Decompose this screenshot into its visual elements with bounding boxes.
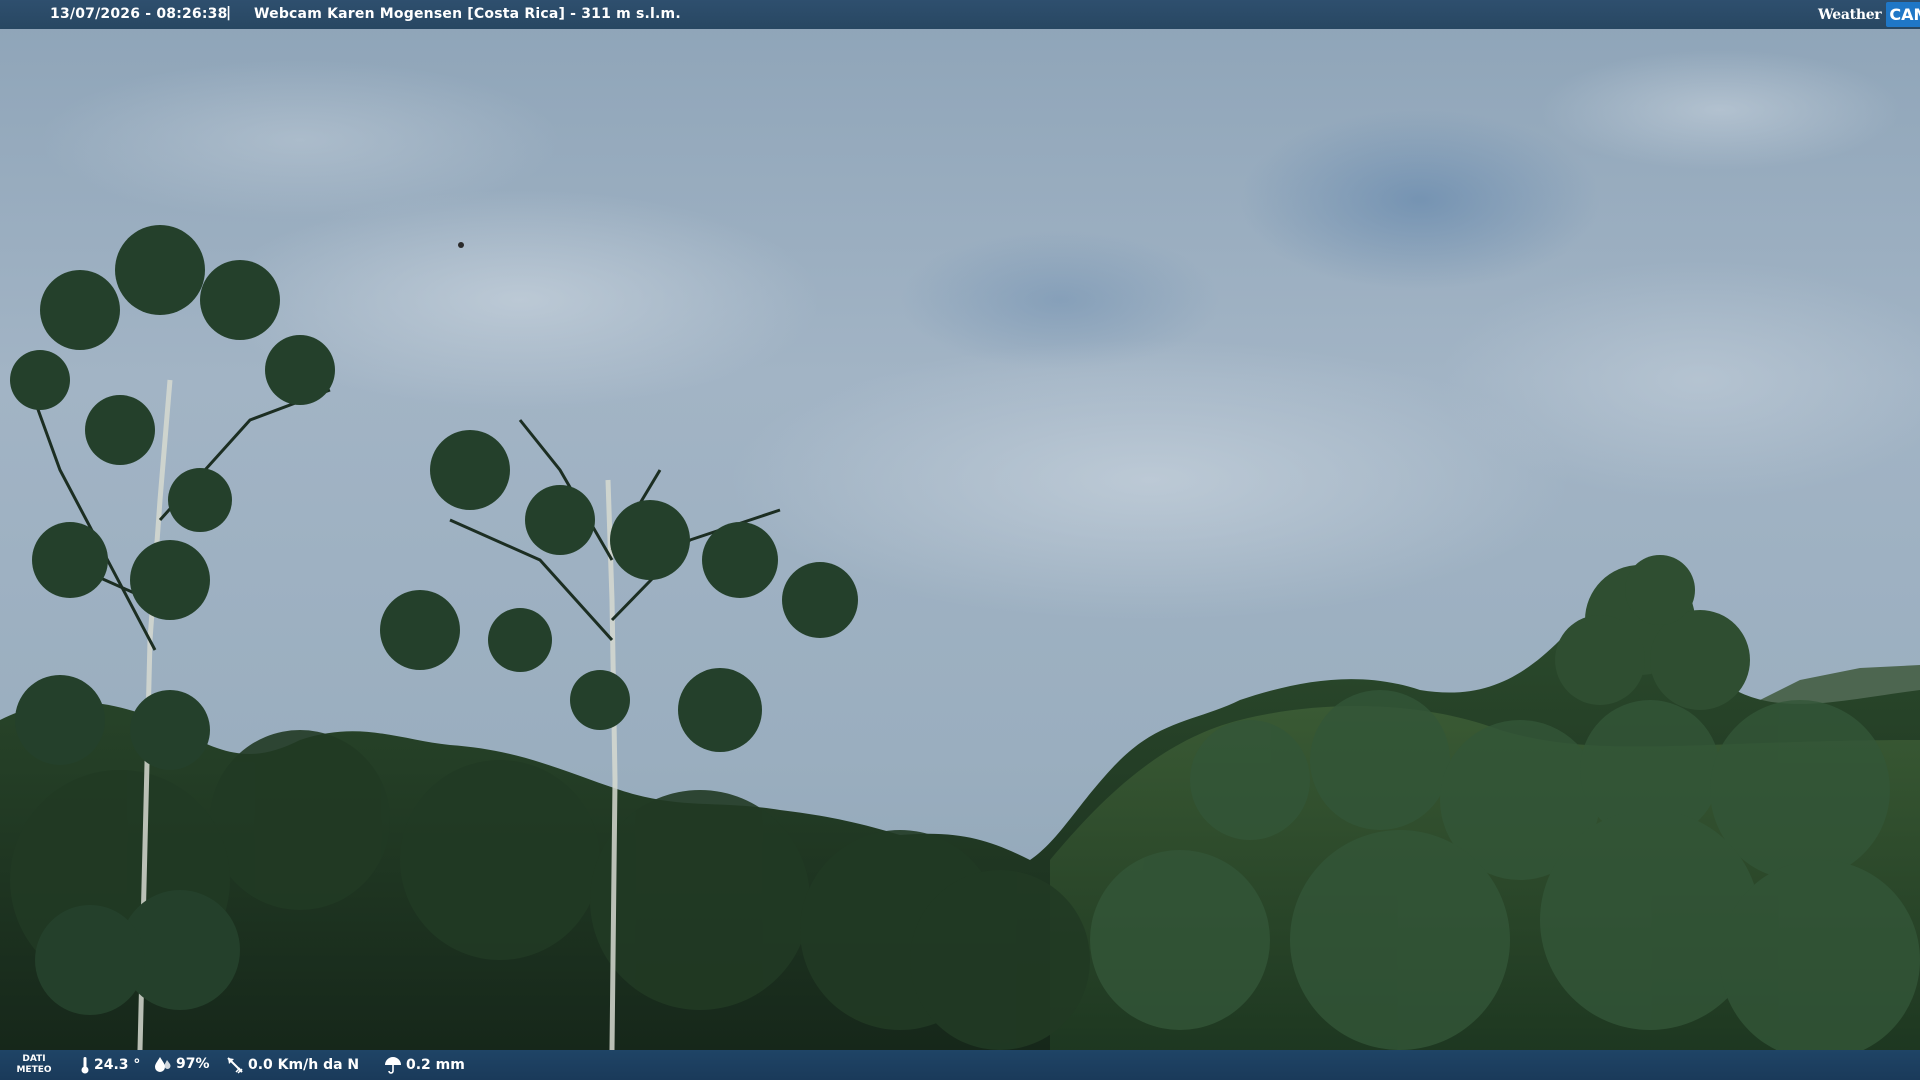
webcam-view: 13/07/2026 - 08:26:38 | Webcam Karen Mog… bbox=[0, 0, 1920, 1080]
header-separator: | bbox=[226, 5, 232, 21]
meteo-bar: DATI METEO 24.3 ° 97% 0.0 Km/h da N 0.2 … bbox=[0, 1050, 1920, 1080]
logo-cam-text: CAM bbox=[1886, 2, 1920, 27]
rain-value: 0.2 mm bbox=[406, 1057, 465, 1073]
wind-vane-icon bbox=[227, 1057, 243, 1074]
humidity-reading: 97% bbox=[154, 1056, 210, 1072]
meteo-label-line2: METEO bbox=[16, 1065, 52, 1075]
rain-umbrella-icon bbox=[385, 1057, 401, 1074]
humidity-value: 97% bbox=[176, 1056, 210, 1072]
temperature-reading: 24.3 ° bbox=[80, 1056, 140, 1074]
timestamp: 13/07/2026 - 08:26:38 bbox=[50, 6, 228, 22]
meteo-label-line1: DATI bbox=[22, 1054, 46, 1064]
thermometer-icon bbox=[81, 1057, 89, 1074]
header-bar: 13/07/2026 - 08:26:38 | Webcam Karen Mog… bbox=[0, 0, 1920, 29]
water-drop-icon bbox=[155, 1057, 171, 1072]
temperature-value: 24.3 ° bbox=[94, 1057, 141, 1073]
webcam-title: Webcam Karen Mogensen [Costa Rica] - 311… bbox=[254, 6, 681, 22]
wind-reading: 0.0 Km/h da N bbox=[226, 1056, 359, 1074]
meteo-label: DATI METEO bbox=[14, 1054, 54, 1076]
webcam-image bbox=[0, 0, 1920, 1080]
wind-value: 0.0 Km/h da N bbox=[248, 1057, 360, 1073]
logo-weather-text: Weather bbox=[1818, 6, 1882, 23]
weathercam-logo[interactable]: Weather CAM bbox=[1818, 0, 1920, 29]
rain-reading: 0.2 mm bbox=[384, 1056, 465, 1074]
